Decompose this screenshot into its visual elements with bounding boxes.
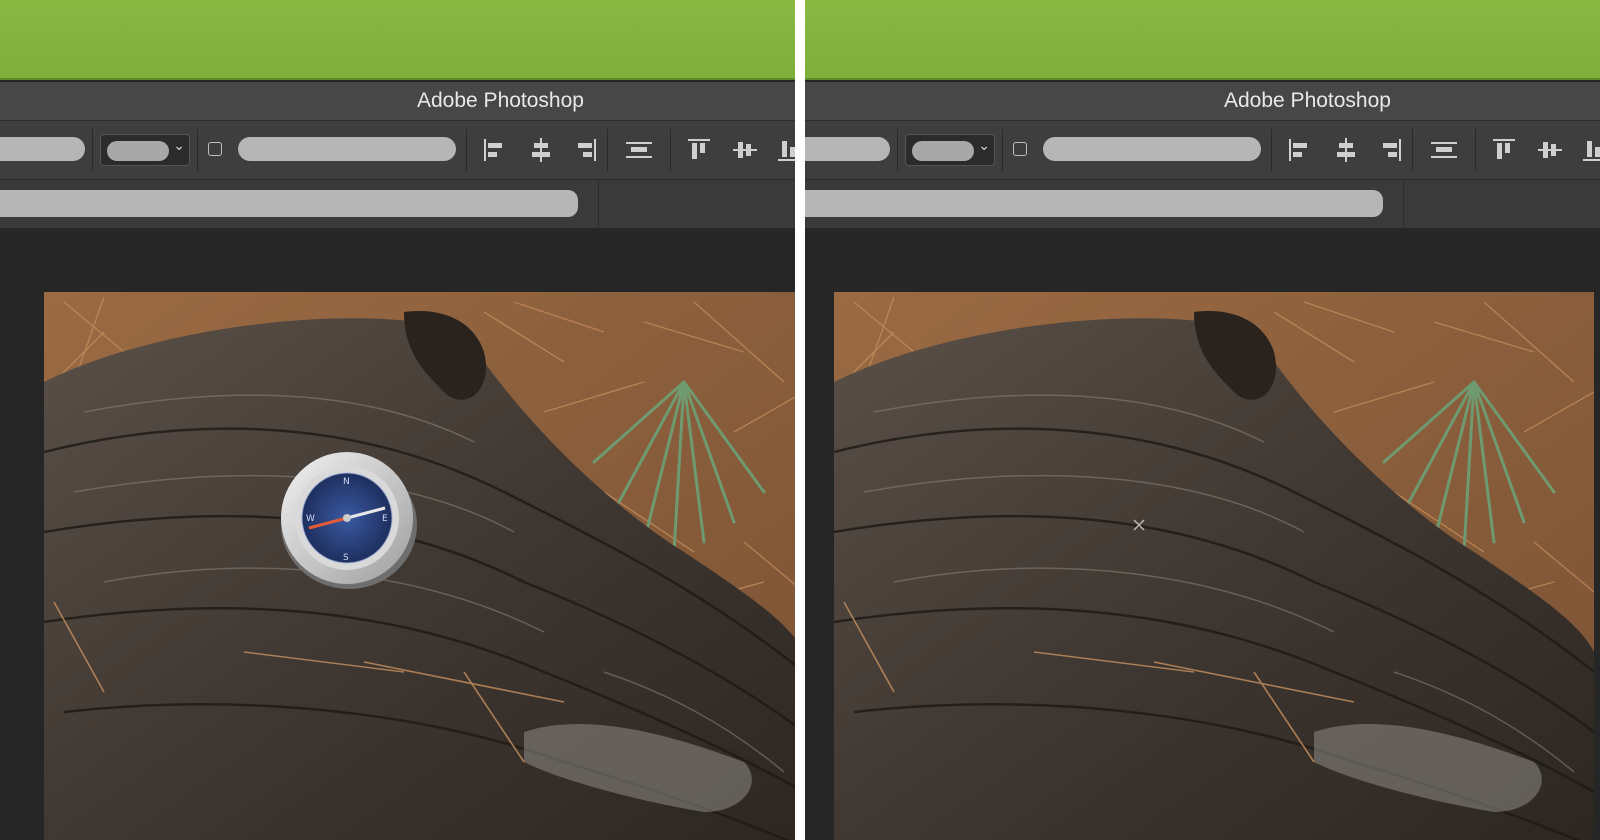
distribute-horizontal-icon[interactable] [1429, 135, 1459, 165]
align-left-edges-icon[interactable] [480, 135, 510, 165]
before-panel: Adobe Photoshop ⌄ N S W E [0, 0, 795, 840]
options-checkbox[interactable] [208, 142, 222, 156]
options-label-placeholder [238, 137, 456, 161]
separator [1403, 180, 1404, 228]
align-top-edges-icon[interactable] [1489, 135, 1519, 165]
align-horizontal-centers-icon[interactable] [526, 135, 556, 165]
separator [897, 129, 898, 171]
options-field-placeholder[interactable] [0, 137, 85, 161]
svg-text:E: E [382, 514, 388, 524]
separator [1002, 129, 1003, 171]
separator [466, 129, 467, 171]
canvas-workspace [805, 229, 1600, 840]
align-bottom-edges-icon[interactable] [774, 135, 795, 165]
document-tab-placeholder[interactable] [805, 190, 1383, 217]
svg-text:W: W [306, 514, 315, 524]
align-vertical-centers-icon[interactable] [730, 135, 760, 165]
align-vertical-centers-icon[interactable] [1535, 135, 1565, 165]
separator [670, 129, 671, 171]
top-color-bar [805, 0, 1600, 80]
align-bottom-edges-icon[interactable] [1579, 135, 1600, 165]
options-bar: ⌄ [0, 121, 795, 180]
chevron-down-icon: ⌄ [173, 138, 185, 154]
document-tabs-bar [0, 180, 795, 229]
dropdown-value-placeholder [107, 141, 169, 161]
align-horizontal-centers-icon[interactable] [1331, 135, 1361, 165]
window-title: Adobe Photoshop [417, 89, 584, 112]
separator [1475, 129, 1476, 171]
after-panel: Adobe Photoshop ⌄ [805, 0, 1600, 840]
separator [607, 129, 608, 171]
separator [197, 129, 198, 171]
options-field-placeholder[interactable] [805, 137, 890, 161]
separator [92, 129, 93, 171]
svg-text:N: N [343, 477, 350, 487]
options-bar: ⌄ [805, 121, 1600, 180]
separator [1412, 129, 1413, 171]
chevron-down-icon: ⌄ [978, 138, 990, 154]
separator [1271, 129, 1272, 171]
svg-text:S: S [343, 553, 349, 563]
align-right-edges-icon[interactable] [570, 135, 600, 165]
dropdown-value-placeholder [912, 141, 974, 161]
distribute-horizontal-icon[interactable] [624, 135, 654, 165]
photo-canvas[interactable]: N S W E [44, 292, 795, 840]
window-title-bar: Adobe Photoshop [805, 82, 1600, 121]
options-dropdown[interactable]: ⌄ [100, 134, 190, 166]
comparison-divider [795, 0, 805, 840]
options-label-placeholder [1043, 137, 1261, 161]
options-checkbox[interactable] [1013, 142, 1027, 156]
window-title-bar: Adobe Photoshop [0, 82, 795, 121]
top-color-bar [0, 0, 795, 80]
document-tabs-bar [805, 180, 1600, 229]
photo-canvas[interactable] [834, 292, 1594, 840]
document-tab-placeholder[interactable] [0, 190, 578, 217]
align-left-edges-icon[interactable] [1285, 135, 1315, 165]
canvas-workspace: N S W E [0, 229, 795, 840]
align-top-edges-icon[interactable] [684, 135, 714, 165]
separator [598, 180, 599, 228]
options-dropdown[interactable]: ⌄ [905, 134, 995, 166]
window-title: Adobe Photoshop [1224, 89, 1391, 112]
align-right-edges-icon[interactable] [1375, 135, 1405, 165]
